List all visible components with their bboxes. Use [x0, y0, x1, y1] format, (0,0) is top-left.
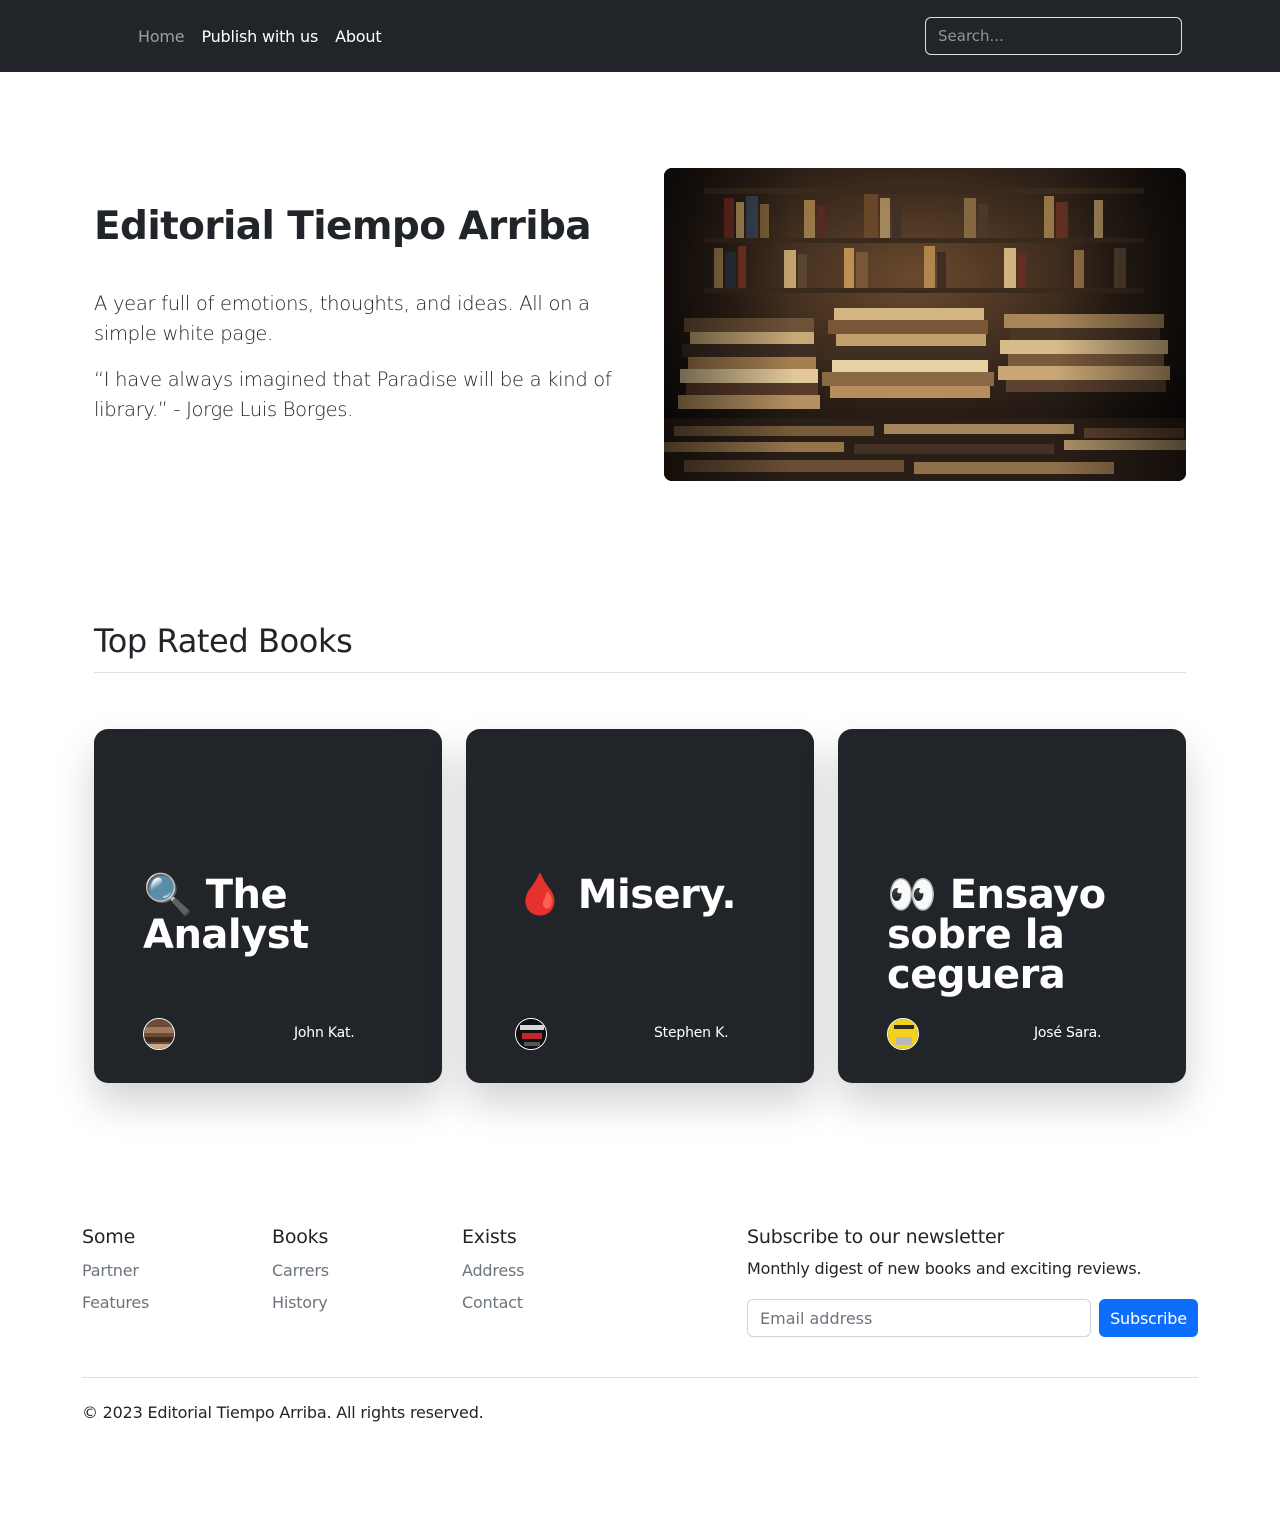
book-card-title: 🔍 The Analyst [143, 872, 309, 958]
hero-lead-text: A year full of emotions, thoughts, and i… [94, 292, 590, 345]
book-cover-avatar [887, 1018, 919, 1050]
nav-link-home[interactable]: Home [138, 27, 185, 46]
footer-column-books: Books Carrers History [272, 1226, 329, 1317]
book-card-title: 👀 Ensayo sobre la ceguera [887, 872, 1106, 998]
footer-link-features[interactable]: Features [82, 1289, 149, 1317]
footer-divider [82, 1377, 1198, 1378]
book-card-ensayo-sobre-la-ceguera[interactable]: 👀 Ensayo sobre la ceguera José Sara. [838, 729, 1186, 1083]
search-input[interactable] [925, 17, 1182, 55]
nav-link-publish[interactable]: Publish with us [201, 27, 318, 46]
book-card-author: John Kat. [294, 1025, 355, 1041]
book-card-title: 🩸 Misery. [515, 872, 737, 918]
copyright-text: © 2023 Editorial Tiempo Arriba. All righ… [82, 1403, 484, 1422]
nav-links: Home Publish with us About [138, 0, 382, 72]
footer-link-carrers[interactable]: Carrers [272, 1257, 329, 1285]
book-card-author: Stephen K. [654, 1025, 729, 1041]
hero-bookstore-image [664, 168, 1186, 481]
footer-column-some: Some Partner Features [82, 1226, 149, 1317]
email-field[interactable] [747, 1299, 1091, 1337]
footer-heading: Books [272, 1226, 329, 1248]
section-divider [94, 672, 1186, 673]
book-card-misery[interactable]: 🩸 Misery. Stephen K. [466, 729, 814, 1083]
subscribe-button[interactable]: Subscribe [1099, 1299, 1198, 1337]
newsletter-title: Subscribe to our newsletter [747, 1226, 1005, 1248]
book-card-the-analyst[interactable]: 🔍 The Analyst John Kat. [94, 729, 442, 1083]
newsletter-section: Subscribe to our newsletter Monthly dige… [747, 1226, 1198, 1337]
newsletter-description: Monthly digest of new books and exciting… [747, 1259, 1142, 1278]
hero-title: Editorial Tiempo Arriba [94, 204, 592, 249]
footer-link-partner[interactable]: Partner [82, 1257, 149, 1285]
hero-quote: “I have always imagined that Paradise wi… [94, 368, 612, 421]
footer-link-address[interactable]: Address [462, 1257, 525, 1285]
book-cover-avatar [515, 1018, 547, 1050]
top-navbar: Home Publish with us About [0, 0, 1280, 72]
book-cover-avatar [143, 1018, 175, 1050]
footer-heading: Exists [462, 1226, 517, 1248]
nav-link-about[interactable]: About [335, 27, 382, 46]
section-title-top-rated: Top Rated Books [94, 622, 353, 660]
footer-link-history[interactable]: History [272, 1289, 329, 1317]
footer-column-exists: Exists Address Contact [462, 1226, 525, 1317]
footer-heading: Some [82, 1226, 136, 1248]
book-card-author: José Sara. [1034, 1025, 1102, 1041]
footer-link-contact[interactable]: Contact [462, 1289, 524, 1317]
